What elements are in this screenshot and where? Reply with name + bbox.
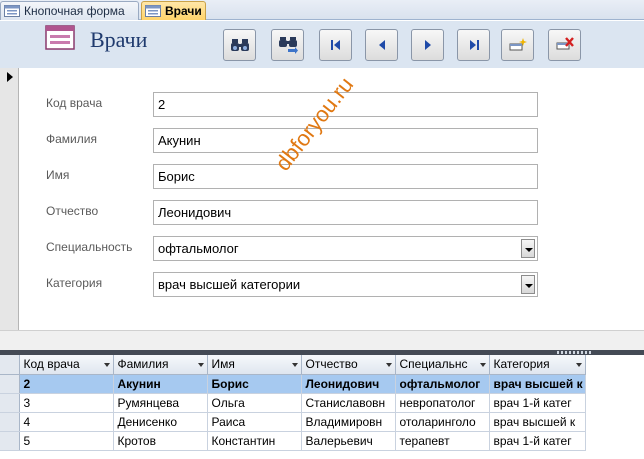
table-cell[interactable]: Акунин [113,374,208,394]
tab-label: Кнопочная форма [24,4,125,18]
table-cell[interactable]: Кротов [113,431,208,451]
current-record-arrow-icon [7,72,13,82]
label-category: Категория [46,276,103,290]
first-record-button[interactable] [319,29,352,61]
last-record-icon [469,40,479,50]
table-cell[interactable]: врач высшей к [489,412,586,432]
table-cell[interactable]: врач 1-й катег [489,393,586,413]
row-selector[interactable] [0,431,20,451]
new-record-icon [509,38,527,51]
tab-switchboard-form[interactable]: Кнопочная форма [0,1,139,20]
datasheet-table: Код врача Фамилия Имя Отчество Специальн… [0,355,586,451]
column-header[interactable]: Фамилия [113,355,208,375]
table-cell[interactable]: Румянцева [113,393,208,413]
dropdown-arrow-icon [291,363,298,367]
table-cell[interactable]: 5 [19,431,114,451]
column-header[interactable]: Специальнс [395,355,490,375]
table-cell[interactable]: Борис [207,374,302,394]
binoculars-next-icon [278,37,298,54]
table-cell[interactable]: Ольга [207,393,302,413]
table-cell[interactable]: 4 [19,412,114,432]
find-next-button[interactable] [271,29,304,61]
first-record-icon [330,40,340,50]
dropdown-arrow-icon [479,363,486,367]
next-record-icon [424,40,431,50]
label-first-name: Имя [46,168,70,182]
table-cell[interactable]: Раиса [207,412,302,432]
find-button[interactable] [223,29,256,61]
table-cell[interactable]: Владимировн [301,412,396,432]
table-row[interactable]: 4 Денисенко Раиса Владимировн отоларинго… [0,412,586,432]
label-doctor-id: Код врача [46,96,103,110]
next-record-button[interactable] [411,29,444,61]
select-all-corner[interactable] [0,355,20,375]
table-cell[interactable]: невропатолог [395,393,490,413]
dropdown-arrow-icon [385,363,392,367]
column-header[interactable]: Имя [207,355,302,375]
specialty-value: офтальмолог [158,241,239,256]
column-header[interactable]: Код врача [19,355,114,375]
table-row[interactable]: 2 Акунин Борис Леонидович офтальмолог вр… [0,374,586,394]
row-selector[interactable] [0,374,20,394]
row-selector[interactable] [0,412,20,432]
dropdown-arrow-icon [103,363,110,367]
table-cell[interactable]: отоларинголо [395,412,490,432]
category-value: врач высшей категории [158,277,301,292]
header-row: Код врача Фамилия Имя Отчество Специальн… [0,355,586,375]
form-header: Врачи [0,21,644,68]
table-cell[interactable]: Леонидович [301,374,396,394]
form-logo-icon [45,25,75,50]
document-tab-bar: Кнопочная форма Врачи [0,0,644,20]
record-selector[interactable] [0,68,19,330]
splitter-grip-icon[interactable] [557,351,591,354]
chevron-down-icon[interactable] [521,239,535,258]
binoculars-icon [230,39,249,51]
table-cell[interactable]: терапевт [395,431,490,451]
label-specialty: Специальность [46,240,133,254]
prev-record-icon [378,40,385,50]
specialty-combo[interactable]: офтальмолог [153,236,538,261]
table-cell[interactable]: врач 1-й катег [489,431,586,451]
table-cell[interactable]: Валерьевич [301,431,396,451]
category-combo[interactable]: врач высшей категории [153,272,538,297]
tab-doctors-form[interactable]: Врачи [141,1,206,20]
last-name-field[interactable]: Акунин [153,128,538,153]
label-patronymic: Отчество [46,204,99,218]
chevron-down-icon[interactable] [521,275,535,294]
first-name-field[interactable]: Борис [153,164,538,189]
table-cell[interactable]: 2 [19,374,114,394]
form-title: Врачи [90,27,148,52]
last-record-button[interactable] [457,29,490,61]
new-record-button[interactable] [501,29,534,61]
table-cell[interactable]: Денисенко [113,412,208,432]
dropdown-arrow-icon [575,363,582,367]
column-header[interactable]: Категория [489,355,586,375]
table-cell[interactable]: 3 [19,393,114,413]
label-last-name: Фамилия [46,132,97,146]
tab-label: Врачи [165,4,202,18]
row-selector[interactable] [0,393,20,413]
dropdown-arrow-icon [197,363,204,367]
table-cell[interactable]: Константин [207,431,302,451]
datasheet: Код врача Фамилия Имя Отчество Специальн… [0,355,644,459]
table-cell[interactable]: офтальмолог [395,374,490,394]
table-row[interactable]: 5 Кротов Константин Валерьевич терапевт … [0,431,586,451]
table-row[interactable]: 3 Румянцева Ольга Станиславовн невропато… [0,393,586,413]
prev-record-button[interactable] [365,29,398,61]
delete-record-button[interactable] [548,29,581,61]
form-icon [145,5,161,17]
form-icon [4,5,20,17]
patronymic-field[interactable]: Леонидович [153,200,538,225]
form-footer-area [0,330,644,350]
delete-record-icon [556,37,574,50]
column-header[interactable]: Отчество [301,355,396,375]
table-cell[interactable]: врач высшей к [489,374,586,394]
table-cell[interactable]: Станиславовн [301,393,396,413]
